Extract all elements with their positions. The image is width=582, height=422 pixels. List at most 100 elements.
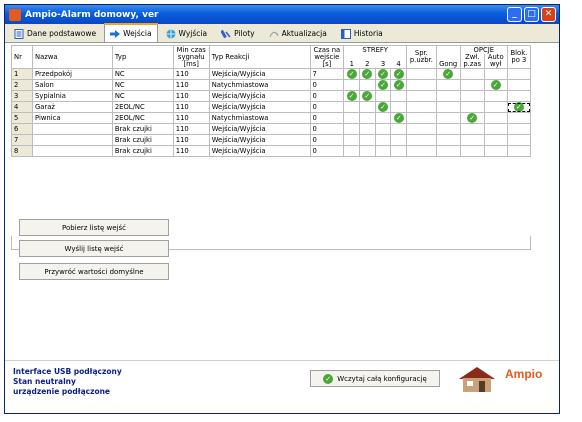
table-row[interactable]: 2 Salon NC 110 Natychmiastowa 0 ✓ ✓ ✓ [11,79,532,91]
cell-blok[interactable] [506,79,532,91]
cell-nazwa[interactable]: Piwnica [32,112,113,124]
cell-spr[interactable] [406,79,437,91]
cell-blok[interactable] [506,145,532,157]
cell-typ[interactable]: 2EOL/NC [111,112,174,124]
cell-czas[interactable]: 0 [309,79,345,91]
cell-spr[interactable] [406,112,437,124]
cell-nr[interactable]: 7 [11,134,33,146]
download-inputs-button[interactable]: Pobierz listę wejść [19,219,169,236]
cell-typ[interactable]: Brak czujki [111,123,174,135]
table-row[interactable]: 8 Brak czujki 110 Wejścia/Wyjścia 0 [11,145,532,157]
cell-auto[interactable] [483,101,508,113]
cell-min-czas[interactable]: 110 [172,79,210,91]
cell-auto[interactable]: ✓ [483,79,508,91]
title-bar[interactable]: Ampio-Alarm domowy, ver _ □ ✕ [5,5,559,24]
send-inputs-button[interactable]: Wyślij listę wejść [19,240,169,257]
tab-aktualizacja[interactable]: Aktualizacja [263,25,333,42]
cell-min-czas[interactable]: 110 [172,145,210,157]
cell-zwl[interactable] [459,68,485,80]
cell-gong[interactable] [435,112,461,124]
cell-strefa-2[interactable] [358,123,376,135]
cell-strefa-2[interactable] [358,79,376,91]
cell-nazwa[interactable]: Garaż [32,101,113,113]
cell-strefa-3[interactable] [374,112,392,124]
cell-typ-reakcji[interactable]: Natychmiastowa [208,112,311,124]
cell-gong[interactable] [435,79,461,91]
cell-strefa-3[interactable] [374,134,392,146]
cell-min-czas[interactable]: 110 [172,90,210,102]
cell-strefa-3[interactable] [374,145,392,157]
table-row[interactable]: 3 Sypialnia NC 110 Wejścia/Wyjścia 0 ✓ ✓ [11,90,532,102]
table-row[interactable]: 1 Przedpokój NC 110 Wejścia/Wyjścia 7 ✓ ✓ ✓ ✓ ✓ [11,68,532,80]
cell-nr[interactable]: 3 [11,90,33,102]
cell-strefa-3[interactable]: ✓ [374,101,392,113]
cell-strefa-1[interactable] [343,134,360,146]
cell-strefa-1[interactable] [343,123,360,135]
cell-typ-reakcji[interactable]: Wejścia/Wyjścia [208,101,311,113]
cell-auto[interactable] [483,145,508,157]
cell-zwl[interactable] [459,79,485,91]
cell-zwl[interactable] [459,145,485,157]
cell-typ[interactable]: 2EOL/NC [111,101,174,113]
cell-gong[interactable]: ✓ [435,68,461,80]
cell-zwl[interactable] [459,101,485,113]
cell-nr[interactable]: 8 [11,145,33,157]
cell-typ-reakcji[interactable]: Wejścia/Wyjścia [208,90,311,102]
cell-typ-reakcji[interactable]: Wejścia/Wyjścia [208,145,311,157]
tab-historia[interactable]: Historia [335,25,389,42]
cell-spr[interactable] [406,90,437,102]
cell-czas[interactable]: 0 [309,101,345,113]
cell-nr[interactable]: 4 [11,101,33,113]
cell-nazwa[interactable]: Salon [32,79,113,91]
cell-nr[interactable]: 2 [11,79,33,91]
cell-strefa-4[interactable]: ✓ [390,112,408,124]
cell-strefa-3[interactable] [374,90,392,102]
cell-gong[interactable] [435,123,461,135]
cell-gong[interactable] [435,90,461,102]
cell-gong[interactable] [435,134,461,146]
cell-gong[interactable] [435,145,461,157]
tab-dane-podstawowe[interactable]: Dane podstawowe [8,25,102,42]
cell-typ-reakcji[interactable]: Natychmiastowa [208,79,311,91]
restore-defaults-button[interactable]: Przywróć wartości domyślne [19,263,169,280]
cell-typ-reakcji[interactable]: Wejścia/Wyjścia [208,68,311,80]
cell-strefa-1[interactable]: ✓ [343,68,360,80]
cell-blok[interactable] [506,90,532,102]
cell-blok[interactable] [506,68,532,80]
close-button[interactable]: ✕ [541,7,556,22]
cell-spr[interactable] [406,68,437,80]
cell-auto[interactable] [483,90,508,102]
cell-strefa-3[interactable]: ✓ [374,68,392,80]
minimize-button[interactable]: _ [507,7,522,22]
cell-strefa-1[interactable] [343,79,360,91]
cell-typ[interactable]: NC [111,68,174,80]
tab-wejscia[interactable]: Wejścia [104,23,158,42]
cell-typ[interactable]: NC [111,79,174,91]
cell-auto[interactable] [483,123,508,135]
cell-czas[interactable]: 0 [309,134,345,146]
cell-czas[interactable]: 0 [309,145,345,157]
tab-wyjscia[interactable]: Wyjścia [160,25,214,42]
cell-strefa-4[interactable] [390,101,408,113]
table-row[interactable]: 7 Brak czujki 110 Wejścia/Wyjścia 0 [11,134,532,146]
cell-nr[interactable]: 5 [11,112,33,124]
cell-nazwa[interactable] [32,134,113,146]
table-row[interactable]: 5 Piwnica 2EOL/NC 110 Natychmiastowa 0 ✓ ✓ [11,112,532,124]
cell-typ-reakcji[interactable]: Wejścia/Wyjścia [208,134,311,146]
cell-spr[interactable] [406,123,437,135]
cell-blok[interactable]: ✓ [506,101,532,113]
cell-gong[interactable] [435,101,461,113]
cell-czas[interactable]: 7 [309,68,345,80]
cell-strefa-4[interactable] [390,90,408,102]
cell-nazwa[interactable]: Sypialnia [32,90,113,102]
cell-strefa-4[interactable] [390,145,408,157]
cell-strefa-1[interactable]: ✓ [343,90,360,102]
cell-strefa-1[interactable] [343,145,360,157]
cell-zwl[interactable]: ✓ [459,112,485,124]
cell-blok[interactable] [506,123,532,135]
cell-strefa-4[interactable] [390,123,408,135]
cell-spr[interactable] [406,101,437,113]
cell-czas[interactable]: 0 [309,123,345,135]
cell-min-czas[interactable]: 110 [172,101,210,113]
cell-nazwa[interactable] [32,145,113,157]
